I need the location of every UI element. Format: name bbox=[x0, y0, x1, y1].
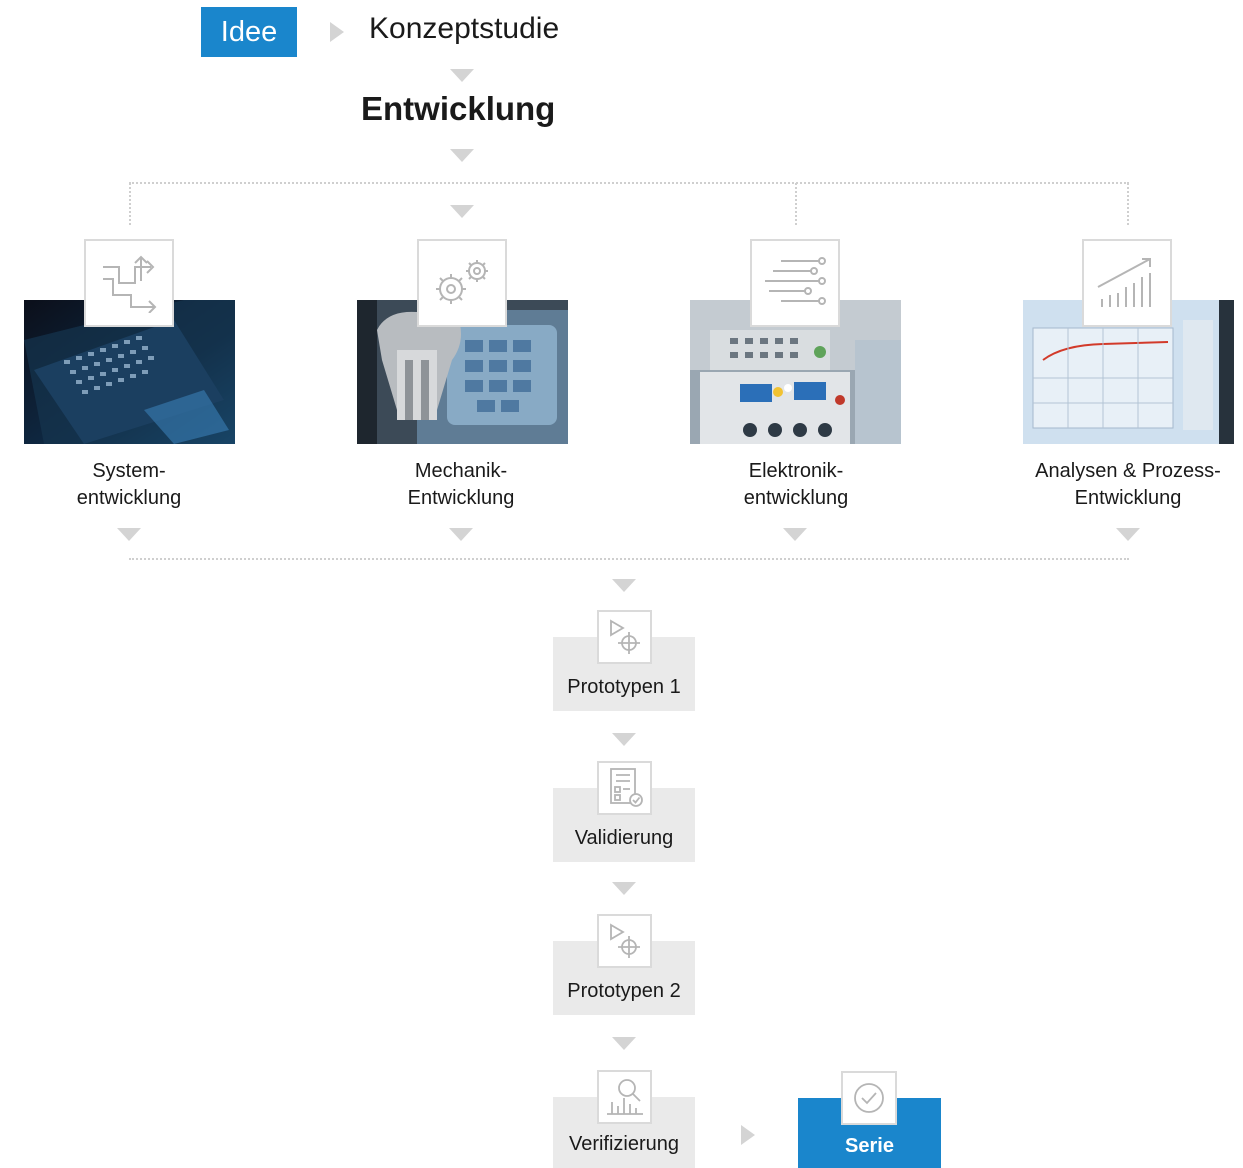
step-label: Prototypen 1 bbox=[567, 676, 681, 698]
arrow-down-icon bbox=[1116, 528, 1140, 541]
category-label: Elektronik- entwicklung bbox=[743, 460, 849, 509]
growth-chart-icon bbox=[1082, 239, 1172, 327]
workflow-arrows-icon bbox=[84, 239, 174, 327]
branch-line bbox=[129, 182, 1129, 184]
idee-badge: Idee bbox=[201, 7, 297, 57]
idee-label: Idee bbox=[220, 15, 278, 48]
branch-drop bbox=[129, 183, 131, 225]
category-label: Analysen & Prozess- Entwicklung bbox=[1035, 460, 1221, 509]
arrow-down-icon bbox=[449, 528, 473, 541]
step-label: Prototypen 2 bbox=[567, 980, 681, 1002]
checklist-icon bbox=[597, 761, 652, 815]
step-label: Verifizierung bbox=[568, 1133, 680, 1155]
branch-drop bbox=[1127, 183, 1129, 225]
arrow-down-icon bbox=[612, 579, 636, 592]
category-label: Mechanik- Entwicklung bbox=[407, 460, 515, 509]
prototype-target-icon bbox=[597, 914, 652, 968]
arrow-down-icon bbox=[612, 1037, 636, 1050]
arrow-down-icon bbox=[450, 69, 474, 82]
merge-line bbox=[129, 558, 1129, 560]
prototype-target-icon bbox=[597, 610, 652, 664]
arrow-down-icon bbox=[612, 882, 636, 895]
category-label: System- entwicklung bbox=[76, 460, 182, 509]
step-label: Validierung bbox=[574, 827, 674, 849]
arrow-down-icon bbox=[783, 528, 807, 541]
gears-icon bbox=[417, 239, 507, 327]
check-circle-icon bbox=[841, 1071, 897, 1125]
entwicklung-title: Entwicklung bbox=[361, 90, 556, 127]
arrow-down-icon bbox=[450, 205, 474, 218]
branch-drop bbox=[795, 183, 797, 225]
arrow-right-icon bbox=[330, 22, 344, 42]
arrow-down-icon bbox=[117, 528, 141, 541]
arrow-right-icon bbox=[741, 1125, 755, 1145]
arrow-down-icon bbox=[450, 149, 474, 162]
serie-label: Serie bbox=[845, 1135, 894, 1157]
chart-magnifier-icon bbox=[597, 1070, 652, 1124]
circuit-lines-icon bbox=[750, 239, 840, 327]
konzeptstudie-label: Konzeptstudie bbox=[369, 12, 560, 45]
arrow-down-icon bbox=[612, 733, 636, 746]
